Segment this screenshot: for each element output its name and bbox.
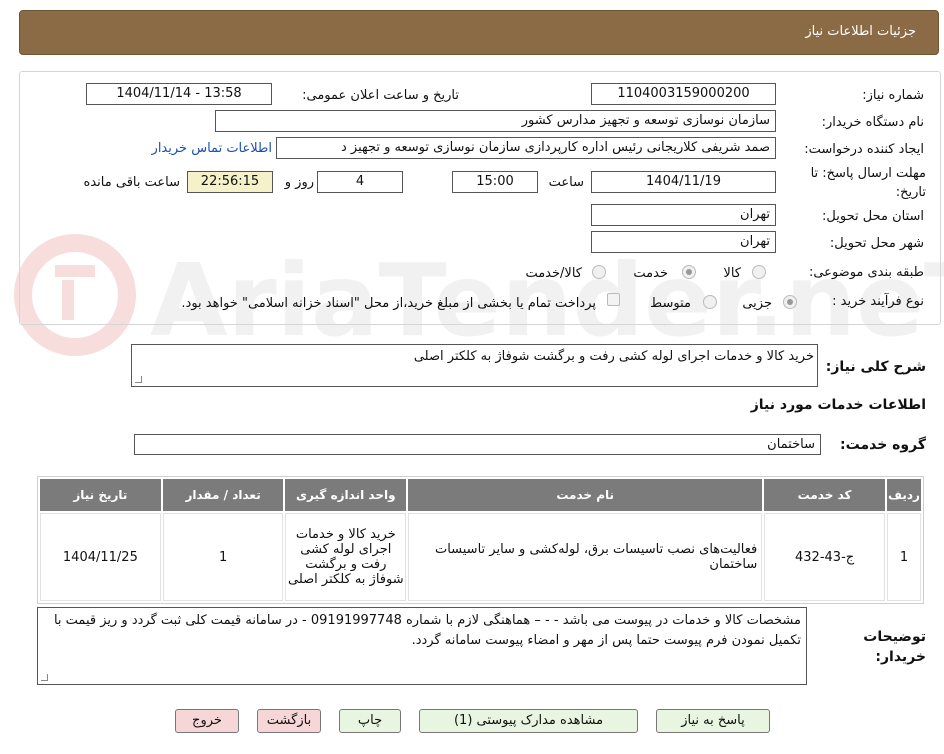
- city-field[interactable]: تهران: [591, 231, 776, 253]
- purchase-type-label: نوع فرآیند خرید :: [832, 294, 924, 309]
- print-button[interactable]: چاپ: [339, 709, 401, 733]
- category-service-label: خدمت: [633, 266, 668, 281]
- services-table: ردیف کد خدمت نام خدمت واحد اندازه گیری ت…: [37, 476, 924, 604]
- remaining-time-field: 22:56:15: [187, 171, 273, 193]
- purchase-medium-label: متوسط: [650, 296, 691, 311]
- description-label: شرح کلی نیاز:: [825, 359, 926, 375]
- quantity-cell: 1: [162, 513, 284, 601]
- resize-handle[interactable]: [41, 674, 48, 681]
- services-section-title: اطلاعات خدمات مورد نیاز: [750, 397, 926, 413]
- category-service-radio[interactable]: [682, 265, 696, 279]
- purchase-medium-radio[interactable]: [703, 295, 717, 309]
- category-label: طبقه بندی موضوعی:: [808, 265, 924, 280]
- service-code-cell: ج-43-432: [764, 513, 885, 601]
- deadline-date-field[interactable]: 1404/11/19: [591, 171, 776, 193]
- description-text: خرید کالا و خدمات اجرای لوله کشی رفت و ب…: [413, 349, 814, 364]
- buyer-org-label: نام دستگاه خریدار:: [821, 115, 924, 130]
- province-field[interactable]: تهران: [591, 204, 776, 226]
- back-button[interactable]: بازگشت: [257, 709, 321, 733]
- remaining-label: ساعت باقی مانده: [83, 175, 180, 190]
- col-row-header: ردیف: [886, 479, 921, 511]
- page-title: جزئیات اطلاعات نیاز: [805, 24, 916, 39]
- province-label: استان محل تحویل:: [822, 209, 924, 224]
- description-textarea[interactable]: خرید کالا و خدمات اجرای لوله کشی رفت و ب…: [131, 344, 818, 387]
- announce-datetime-label: تاریخ و ساعت اعلان عمومی:: [302, 88, 459, 103]
- unit-cell: خرید کالا و خدمات اجرای لوله کشی رفت و ب…: [285, 513, 407, 601]
- category-goods-radio[interactable]: [752, 265, 766, 279]
- deadline-label: مهلت ارسال پاسخ: تا تاریخ:: [810, 166, 926, 200]
- exit-button[interactable]: خروج: [175, 709, 239, 733]
- col-code-header: کد خدمت: [764, 479, 885, 511]
- deadline-days-field[interactable]: 4: [317, 171, 403, 193]
- need-number-field[interactable]: 1104003159000200: [591, 83, 776, 105]
- resize-handle[interactable]: [135, 376, 142, 383]
- col-name-header: نام خدمت: [408, 479, 763, 511]
- requester-label: ایجاد کننده درخواست:: [804, 142, 924, 157]
- announce-datetime-field[interactable]: 1404/11/14 - 13:58: [86, 83, 272, 105]
- need-date-cell: 1404/11/25: [40, 513, 161, 601]
- col-qty-header: تعداد / مقدار: [162, 479, 284, 511]
- city-label: شهر محل تحویل:: [829, 236, 924, 251]
- col-unit-header: واحد اندازه گیری: [285, 479, 407, 511]
- purchase-minor-label: جزیی: [742, 296, 772, 311]
- reply-button[interactable]: پاسخ به نیاز: [656, 709, 770, 733]
- row-number-cell: 1: [886, 513, 921, 601]
- need-number-label: شماره نیاز:: [862, 88, 924, 103]
- view-attachments-button[interactable]: مشاهده مدارک پیوستی (1): [419, 709, 638, 733]
- table-row: 1 ج-43-432 فعالیت‌های نصب تاسیسات برق، ل…: [40, 513, 921, 601]
- purchase-minor-radio[interactable]: [783, 295, 797, 309]
- buyer-notes-textarea[interactable]: مشخصات کالا و خدمات در پیوست می باشد - -…: [37, 607, 807, 685]
- service-group-label: گروه خدمت:: [840, 437, 926, 453]
- deadline-time-label: ساعت: [548, 175, 584, 190]
- buyer-notes-label: توضیحات خریدار:: [863, 629, 926, 665]
- deadline-time-field[interactable]: 15:00: [452, 171, 538, 193]
- category-goods-service-radio[interactable]: [592, 265, 606, 279]
- treasury-checkbox[interactable]: [607, 293, 620, 306]
- buyer-notes-text: مشخصات کالا و خدمات در پیوست می باشد - -…: [53, 613, 801, 648]
- buyer-org-field[interactable]: سازمان نوسازی توسعه و تجهیز مدارس کشور: [215, 110, 776, 132]
- service-name-cell: فعالیت‌های نصب تاسیسات برق، لوله‌کشی و س…: [408, 513, 763, 601]
- category-goods-service-label: کالا/خدمت: [525, 266, 582, 281]
- treasury-note: پرداخت تمام یا بخشی از مبلغ خرید،از محل …: [181, 296, 596, 311]
- page-header: جزئیات اطلاعات نیاز: [19, 10, 939, 55]
- col-date-header: تاریخ نیاز: [40, 479, 161, 511]
- buyer-contact-link[interactable]: اطلاعات تماس خریدار: [152, 141, 272, 156]
- category-goods-label: کالا: [723, 266, 741, 281]
- requester-field[interactable]: صمد شریفی کلاریجانی رئیس اداره کارپردازی…: [276, 137, 776, 159]
- days-label: روز و: [284, 175, 314, 190]
- service-group-field[interactable]: ساختمان: [134, 434, 821, 455]
